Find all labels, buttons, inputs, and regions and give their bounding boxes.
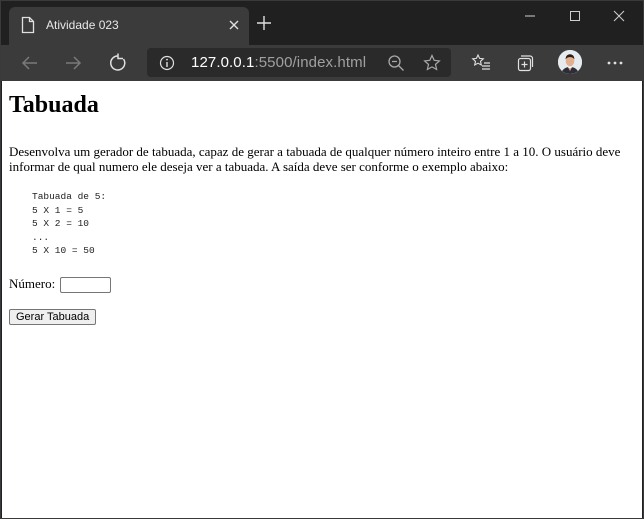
maximize-icon[interactable] xyxy=(568,9,582,28)
minimize-icon[interactable] xyxy=(523,9,537,28)
description-text: Desenvolva um gerador de tabuada, capaz … xyxy=(9,144,621,174)
generate-button[interactable]: Gerar Tabuada xyxy=(9,309,97,325)
zoom-out-icon[interactable] xyxy=(387,54,405,77)
star-icon[interactable] xyxy=(423,54,441,77)
tab-active[interactable]: Atividade 023 xyxy=(9,7,249,45)
example-output: Tabuada de 5: 5 X 1 = 5 5 X 2 = 10 ... 5… xyxy=(32,191,107,256)
plus-icon[interactable] xyxy=(256,15,272,36)
close-icon[interactable] xyxy=(225,16,243,39)
browser-toolbar: 127.0.0.1:5500/index.html xyxy=(1,45,643,81)
window-close-icon[interactable] xyxy=(612,9,626,28)
avatar[interactable] xyxy=(558,50,582,74)
page-viewport: Tabuada Desenvolva um gerador de tabuada… xyxy=(2,81,642,518)
tab-title: Atividade 023 xyxy=(46,18,119,32)
more-icon[interactable] xyxy=(605,53,625,78)
browser-window: Atividade 023 127.0.0.1:5500/index.html … xyxy=(0,0,644,519)
info-icon[interactable] xyxy=(159,55,175,76)
address-bar[interactable]: 127.0.0.1:5500/index.html xyxy=(147,48,451,77)
url-host: 127.0.0.1 xyxy=(191,54,255,71)
back-arrow-icon[interactable] xyxy=(20,53,40,78)
number-row: Número: xyxy=(9,276,112,294)
favorites-list-icon[interactable] xyxy=(471,53,491,78)
forward-arrow-icon[interactable] xyxy=(63,53,83,78)
page-icon xyxy=(21,16,35,39)
refresh-icon[interactable] xyxy=(108,53,128,78)
number-label: Número: xyxy=(9,276,56,291)
page-title: Tabuada xyxy=(9,92,99,118)
collections-icon[interactable] xyxy=(515,53,535,78)
tab-strip: Atividade 023 xyxy=(1,1,643,45)
url-path: :5500/index.html xyxy=(254,54,367,71)
number-input[interactable] xyxy=(60,277,112,294)
url-text: 127.0.0.1:5500/index.html xyxy=(191,54,366,71)
